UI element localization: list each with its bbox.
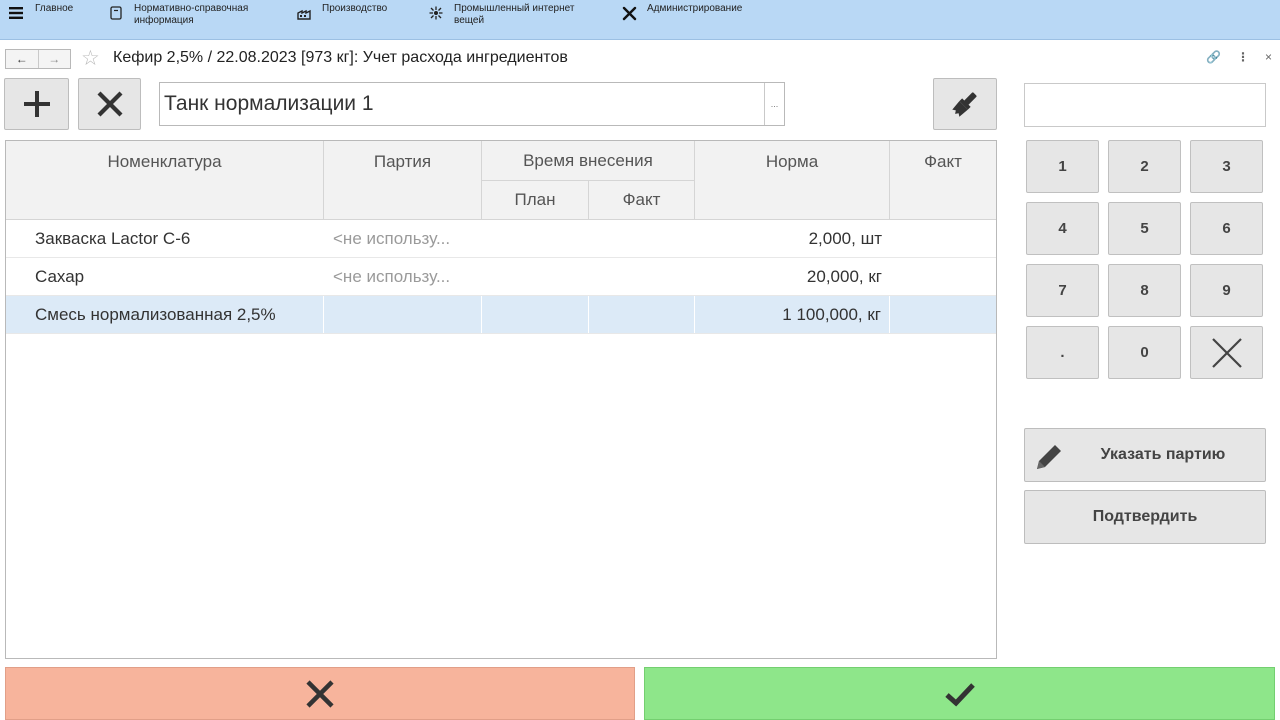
- key-5[interactable]: 5: [1108, 202, 1181, 255]
- key-7[interactable]: 7: [1026, 264, 1099, 317]
- history-nav: ← →: [5, 49, 71, 69]
- cell-norm: 2,000, шт: [808, 228, 882, 248]
- nav-item-production[interactable]: Производство: [296, 3, 387, 21]
- tank-input[interactable]: [160, 83, 760, 125]
- factory-icon: [296, 5, 312, 21]
- nav-item-administration[interactable]: Администрирование: [621, 3, 742, 21]
- key-9[interactable]: 9: [1190, 264, 1263, 317]
- table-row[interactable]: Сахар <не использу... 20,000, кг: [6, 258, 996, 296]
- add-button[interactable]: [4, 78, 69, 130]
- cell-time-fact: [589, 220, 695, 257]
- set-batch-button[interactable]: Указать партию: [1024, 428, 1266, 482]
- clear-icon: [1211, 337, 1242, 368]
- top-navigation-bar: Главное Нормативно-справочная информация…: [0, 0, 1280, 40]
- key-2[interactable]: 2: [1108, 140, 1181, 193]
- nav-item-main[interactable]: Главное: [8, 3, 73, 21]
- cell-batch: <не использу...: [333, 266, 451, 286]
- cell-time-plan: [482, 220, 589, 257]
- cell-nomenclature: Сахар: [35, 266, 85, 286]
- nav-item-iot[interactable]: Промышленный интернет вещей: [428, 3, 594, 27]
- key-3[interactable]: 3: [1190, 140, 1263, 193]
- key-clear[interactable]: [1190, 326, 1263, 379]
- key-8[interactable]: 8: [1108, 264, 1181, 317]
- column-header-fact[interactable]: Факт: [890, 141, 996, 220]
- key-6[interactable]: 6: [1190, 202, 1263, 255]
- more-icon[interactable]: ⋮: [1237, 50, 1249, 64]
- window-controls: 🔗 ⋮ ×: [1206, 50, 1272, 64]
- page-title: Кефир 2,5% / 22.08.2023 [973 кг]: Учет р…: [113, 49, 568, 66]
- clear-settings-button[interactable]: [933, 78, 997, 130]
- table-row-selected[interactable]: Смесь нормализованная 2,5% 1 100,000, кг: [6, 296, 996, 334]
- column-header-time-fact[interactable]: Факт: [589, 181, 695, 220]
- tank-field[interactable]: ...: [159, 82, 785, 126]
- cancel-x-icon: [306, 679, 334, 708]
- cell-nomenclature: Закваска Lactor C-6: [35, 228, 191, 248]
- cell-fact: [890, 220, 996, 257]
- checkmark-icon: [944, 682, 975, 706]
- nav-item-label: Нормативно-справочная информация: [134, 3, 249, 26]
- nav-item-label: Производство: [322, 3, 388, 14]
- cell-fact: [890, 258, 996, 295]
- key-0[interactable]: 0: [1108, 326, 1181, 379]
- cell-time-fact: [589, 258, 695, 295]
- forward-arrow-icon[interactable]: →: [37, 50, 71, 68]
- cancel-button[interactable]: [5, 667, 635, 720]
- key-dot[interactable]: .: [1026, 326, 1099, 379]
- confirm-button[interactable]: Подтвердить: [1024, 490, 1266, 544]
- nav-item-reference-info[interactable]: Нормативно-справочная информация: [108, 3, 274, 27]
- tools-icon: [621, 5, 637, 21]
- cross-icon: [97, 91, 122, 117]
- cell-time-plan: [482, 296, 589, 333]
- cell-norm: 20,000, кг: [806, 266, 882, 286]
- close-icon[interactable]: ×: [1265, 50, 1272, 64]
- cell-fact: [890, 296, 996, 333]
- number-display[interactable]: [1024, 83, 1266, 127]
- column-header-norm[interactable]: Норма: [695, 141, 890, 220]
- nav-item-label: Промышленный интернет вещей: [454, 3, 575, 26]
- book-icon: [108, 5, 124, 21]
- column-header-time[interactable]: Время внесения: [482, 141, 695, 181]
- ingredients-table: Номенклатура Партия Время внесения План …: [5, 140, 997, 659]
- iot-icon: [428, 5, 444, 21]
- cell-batch: <не использу...: [333, 228, 451, 248]
- nav-item-label: Главное: [35, 3, 74, 14]
- hamburger-icon: [8, 5, 24, 21]
- favorite-star-icon[interactable]: ☆: [81, 46, 100, 71]
- nav-item-label: Администрирование: [647, 3, 743, 14]
- table-row[interactable]: Закваска Lactor C-6 <не использу... 2,00…: [6, 220, 996, 258]
- cell-time-plan: [482, 258, 589, 295]
- brush-icon: [952, 92, 977, 117]
- cell-norm: 1 100,000, кг: [695, 296, 890, 333]
- select-button[interactable]: ...: [764, 83, 784, 125]
- pencil-icon: [1037, 445, 1061, 469]
- key-4[interactable]: 4: [1026, 202, 1099, 255]
- link-icon[interactable]: 🔗: [1206, 50, 1221, 64]
- plus-icon: [23, 91, 50, 117]
- column-header-nomenclature[interactable]: Номенклатура: [6, 141, 324, 220]
- window-title-bar: ← → ☆ Кефир 2,5% / 22.08.2023 [973 кг]: …: [0, 44, 1280, 74]
- cell-nomenclature: Смесь нормализованная 2,5%: [35, 296, 324, 333]
- ok-button[interactable]: [644, 667, 1275, 720]
- column-header-batch[interactable]: Партия: [324, 141, 482, 220]
- cell-batch: [324, 296, 482, 333]
- cell-time-fact: [589, 296, 695, 333]
- set-batch-label: Указать партию: [1100, 446, 1226, 463]
- column-header-time-plan[interactable]: План: [482, 181, 589, 220]
- back-arrow-icon[interactable]: ←: [6, 50, 38, 68]
- key-1[interactable]: 1: [1026, 140, 1099, 193]
- delete-button[interactable]: [78, 78, 141, 130]
